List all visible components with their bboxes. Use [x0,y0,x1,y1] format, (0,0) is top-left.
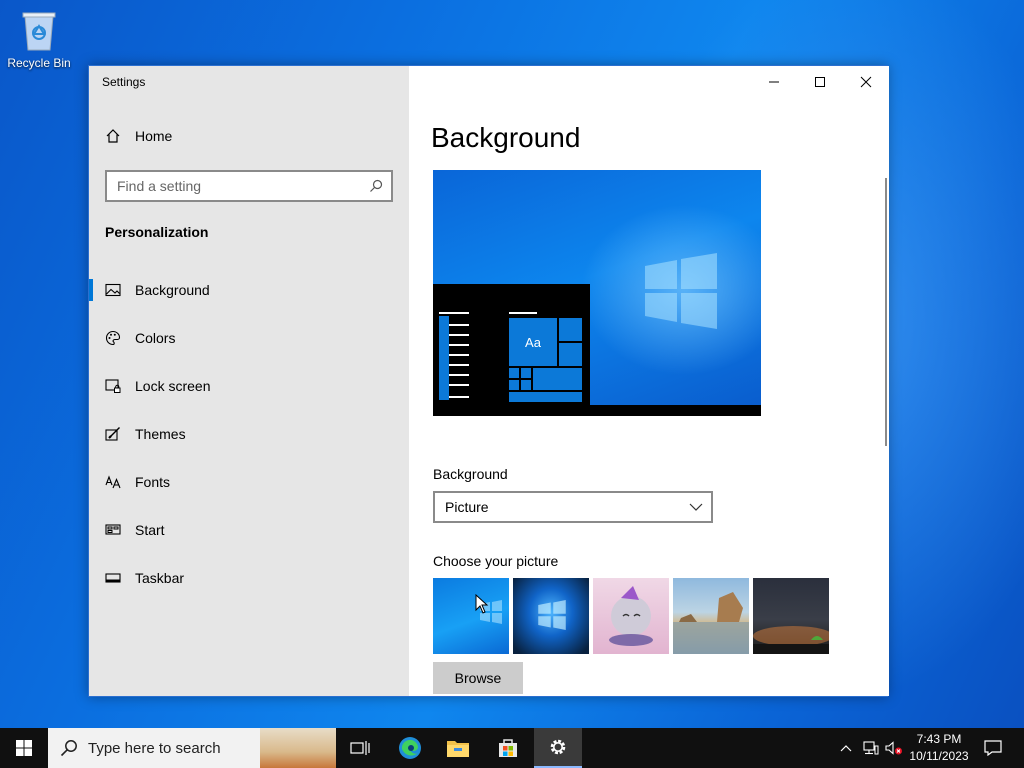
close-button[interactable] [843,66,889,98]
search-icon [60,740,77,757]
preview-tile-text: Aa [525,334,541,350]
main-content: Background Aa Background Picture Choose … [409,66,889,696]
section-title: Personalization [105,224,209,240]
image-icon [105,283,121,297]
mouse-cursor-icon [475,594,489,614]
background-type-value: Picture [445,499,489,515]
browse-button[interactable]: Browse [433,662,523,694]
lock-screen-icon [105,379,121,393]
taskbar: Type here to search 7:43 PM 10/11/2023 [0,728,1024,768]
background-preview: Aa [433,170,761,416]
cartoon-character-image [609,586,653,646]
personalization-nav: Background Colors Lock screen Themes Fon… [89,266,409,602]
taskbar-file-explorer[interactable] [434,728,482,768]
sidebar-item-label: Taskbar [135,570,185,586]
page-title: Background [431,122,581,153]
themes-icon [105,427,120,441]
notification-icon [984,740,1002,756]
settings-window: Settings Home Personalization Background [88,65,889,697]
volume-muted-icon [885,741,902,755]
beach-rocks-image [673,592,749,654]
home-label: Home [135,128,173,144]
tray-overflow-button[interactable] [836,728,856,768]
sidebar-item-label: Background [135,282,210,298]
taskbar-settings[interactable] [534,728,582,768]
preview-start-menu: Aa [433,284,590,405]
sidebar-item-label: Start [135,522,165,538]
palette-icon [105,330,121,346]
picture-thumb-3[interactable] [593,578,669,654]
chevron-up-icon [840,745,852,752]
maximize-button[interactable] [797,66,843,98]
recycle-bin-shortcut[interactable]: Recycle Bin [4,8,74,70]
taskbar-clock[interactable]: 7:43 PM 10/11/2023 [904,731,974,765]
recycle-bin-label: Recycle Bin [7,56,71,70]
sidebar-item-taskbar[interactable]: Taskbar [89,554,409,602]
recycle-bin-icon [19,8,59,52]
picture-thumb-4[interactable] [673,578,749,654]
task-view-icon [350,741,370,755]
night-sky-image [753,626,829,654]
windows-logo-icon [645,253,717,329]
start-button[interactable] [0,728,48,768]
picture-thumb-2[interactable] [513,578,589,654]
gear-icon [550,739,566,755]
windows-logo-icon [538,600,566,630]
network-status[interactable] [860,728,882,768]
picture-thumbnails [431,576,829,656]
action-center-button[interactable] [978,728,1008,768]
taskbar-store[interactable] [484,728,532,768]
settings-search-input[interactable] [117,178,357,194]
taskbar-icon [105,573,121,583]
chevron-down-icon [689,503,703,511]
sidebar-item-label: Fonts [135,474,171,490]
choose-picture-label: Choose your picture [433,553,559,569]
close-icon [860,76,872,88]
preview-taskbar [433,405,761,416]
windows-start-icon [16,740,32,756]
network-icon [863,741,879,755]
start-icon [105,524,121,535]
minimize-button[interactable] [751,66,797,98]
maximize-icon [815,77,825,87]
fonts-icon [105,475,121,489]
minimize-icon [769,81,779,83]
background-label: Background [433,466,508,482]
volume-status[interactable] [884,728,904,768]
search-highlight-image [260,728,336,768]
taskbar-edge[interactable] [386,728,434,768]
taskbar-search[interactable]: Type here to search [48,728,336,768]
home-nav[interactable]: Home [105,128,172,144]
sidebar-item-themes[interactable]: Themes [89,410,409,458]
home-icon [106,129,120,143]
sidebar-item-start[interactable]: Start [89,506,409,554]
clock-time: 7:43 PM [916,732,962,746]
picture-thumb-1[interactable] [431,576,511,656]
sidebar-item-background[interactable]: Background [89,266,409,314]
clock-date: 10/11/2023 [909,749,969,763]
sidebar-item-label: Lock screen [135,378,211,394]
folder-icon [447,741,469,757]
store-icon [499,739,517,757]
settings-search[interactable] [105,170,393,202]
sidebar-item-fonts[interactable]: Fonts [89,458,409,506]
task-view-button[interactable] [336,728,384,768]
content-scrollbar[interactable] [885,178,887,446]
search-icon [370,179,383,192]
picture-thumb-5[interactable] [753,578,829,654]
sidebar: Settings Home Personalization Background [89,66,409,696]
sidebar-item-lock-screen[interactable]: Lock screen [89,362,409,410]
sidebar-item-colors[interactable]: Colors [89,314,409,362]
window-title: Settings [102,75,146,89]
background-type-select[interactable]: Picture [433,491,713,523]
sidebar-item-label: Colors [135,330,176,346]
sidebar-item-label: Themes [135,426,186,442]
edge-browser-icon [399,737,421,759]
taskbar-search-placeholder: Type here to search [88,739,221,757]
